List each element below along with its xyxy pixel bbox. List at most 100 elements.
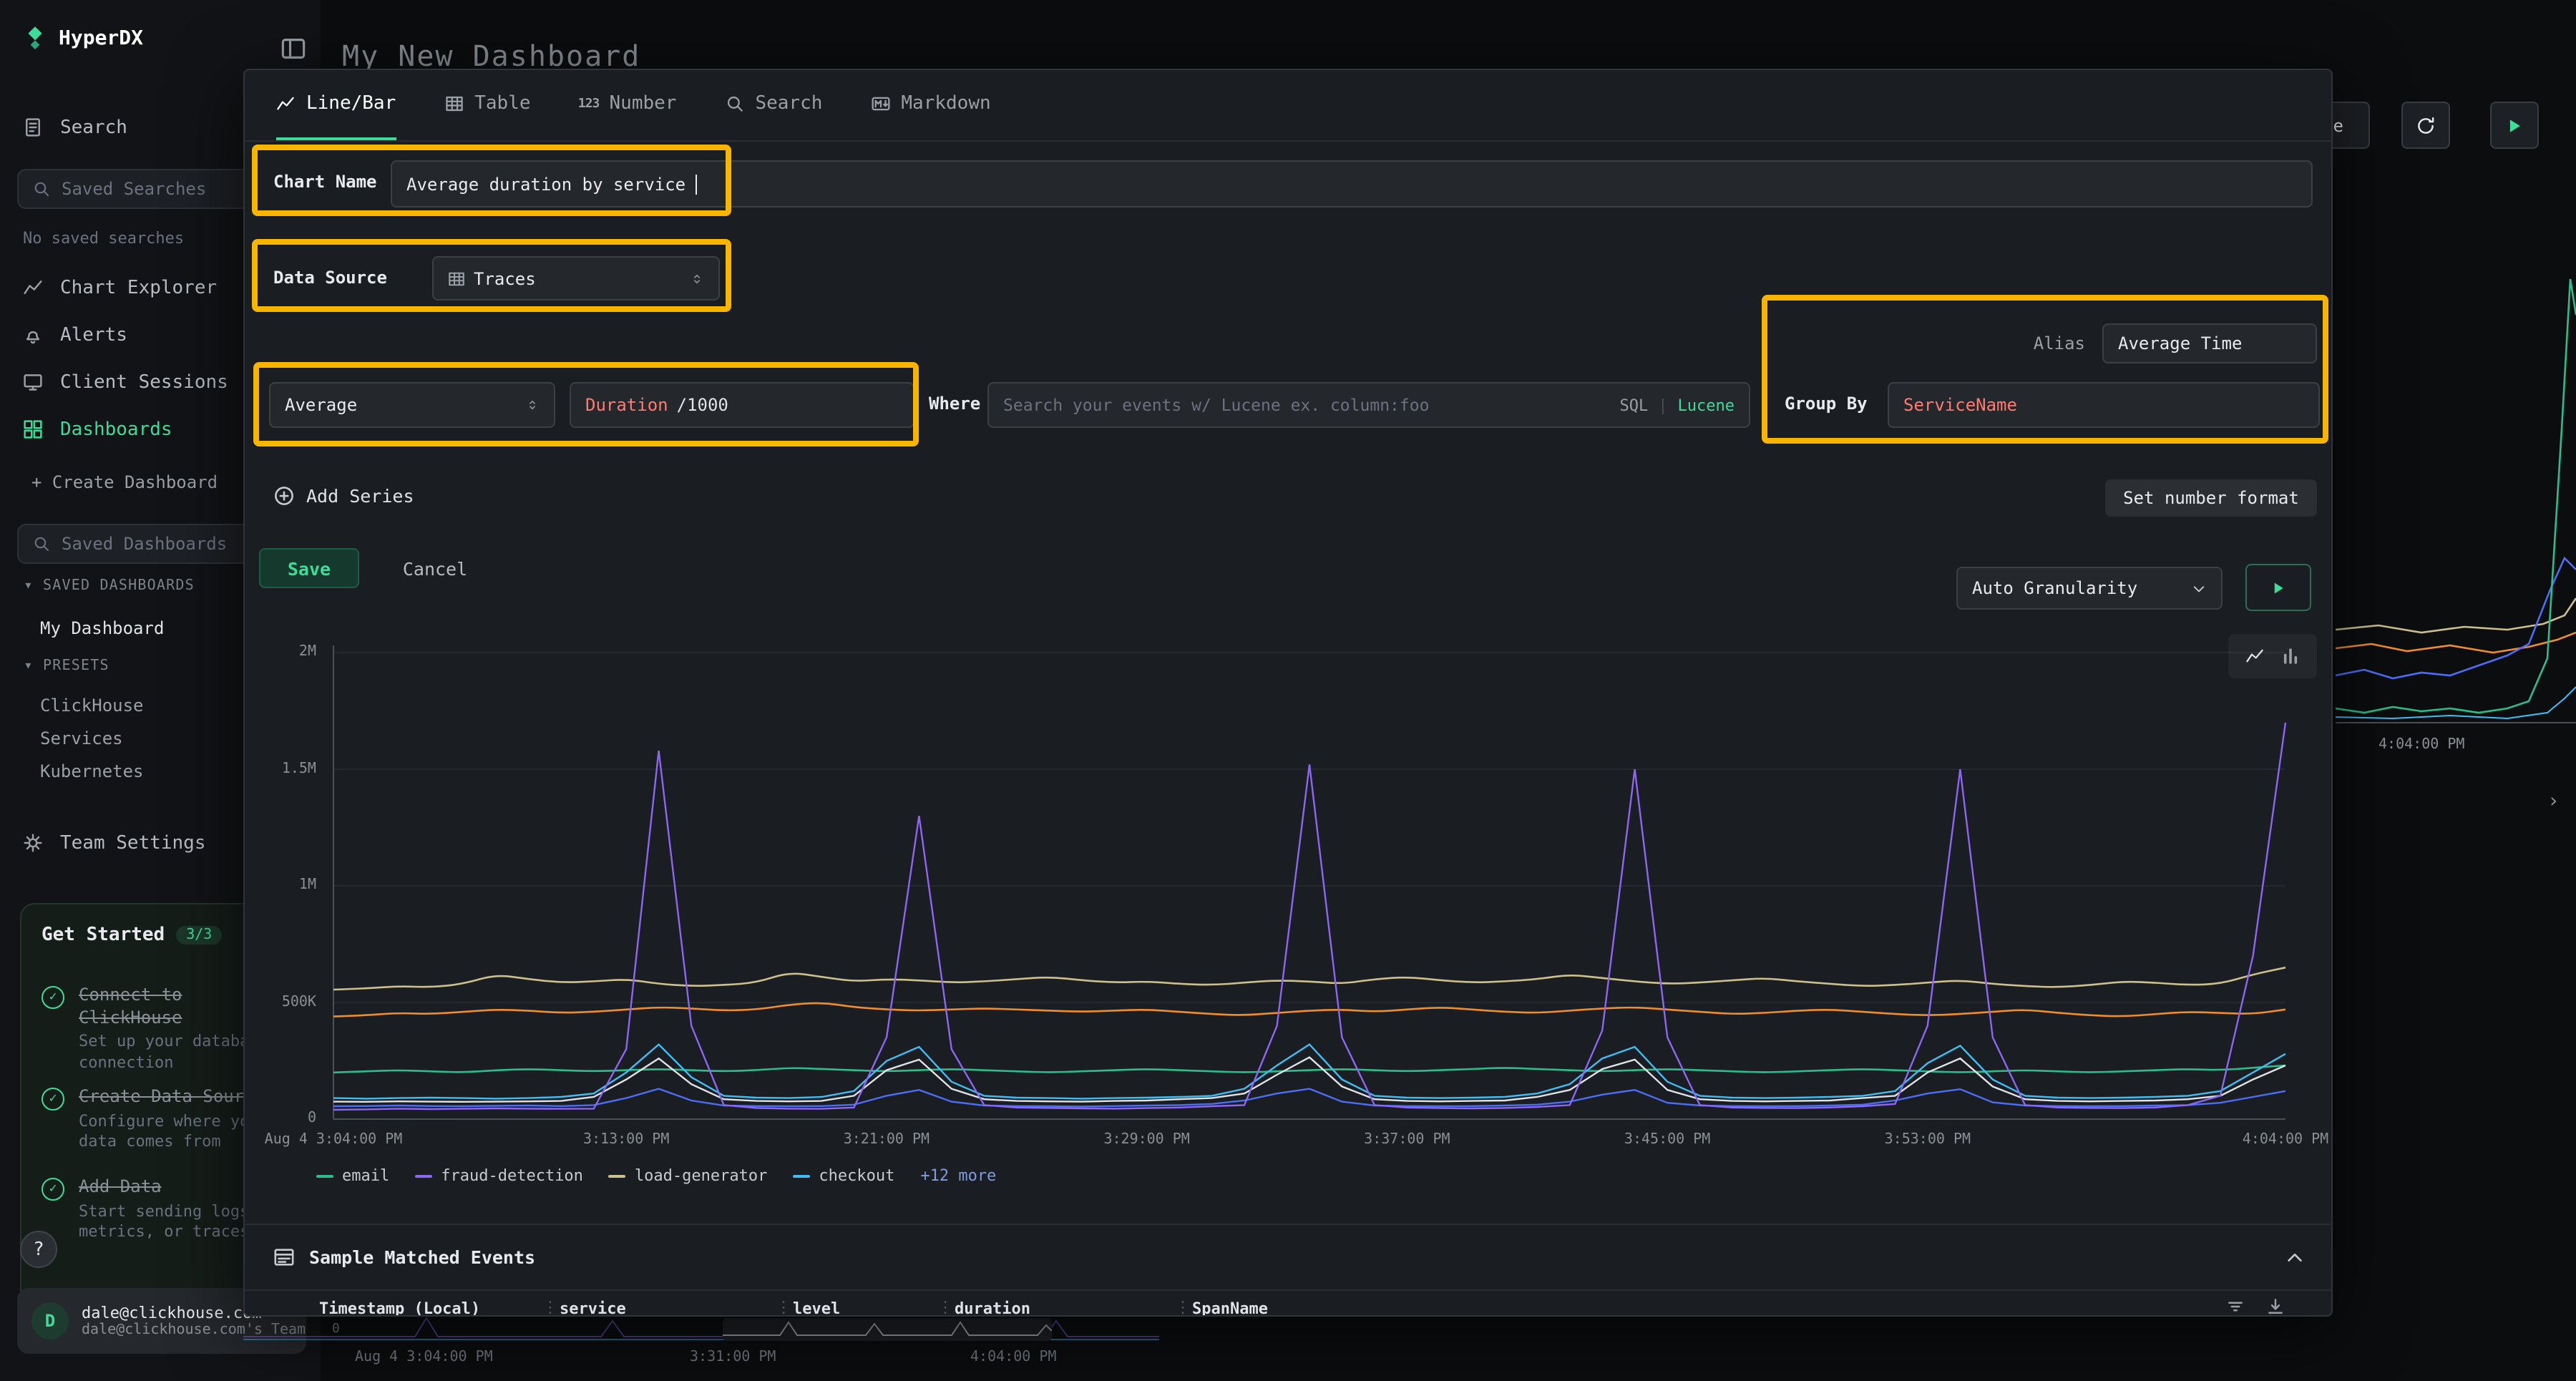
column-header-level[interactable]: level	[793, 1299, 840, 1317]
updown-chevrons-icon	[525, 396, 540, 414]
save-button[interactable]: Save	[259, 548, 359, 588]
chart-name-value: Average duration by service	[406, 174, 686, 194]
cancel-button[interactable]: Cancel	[388, 548, 482, 588]
x-axis-tick-label: 3:53:00 PM	[1885, 1132, 1971, 1148]
aggregation-select[interactable]: Average	[269, 382, 555, 428]
main-chart[interactable]	[331, 638, 2288, 1128]
legend-item-email[interactable]: email	[316, 1166, 389, 1185]
background-x-axis-label: 3:31:00 PM	[690, 1350, 776, 1365]
background-x-axis-label: Aug 4 3:04:00 PM	[355, 1350, 493, 1365]
data-source-value: Traces	[474, 268, 536, 288]
y-axis-labels: 0500K1M1.5M2M	[245, 638, 322, 1128]
text-cursor	[696, 174, 697, 194]
background-mini-preview[interactable]	[723, 1318, 1052, 1341]
column-options-icon[interactable]	[2225, 1297, 2245, 1317]
sidebar-item-alerts[interactable]: Alerts	[23, 316, 127, 353]
data-source-select[interactable]: Traces	[432, 256, 720, 301]
background-chart-right-svg	[2336, 215, 2576, 730]
tab-label: Table	[474, 93, 530, 114]
sql-toggle-button[interactable]: SQL	[1620, 396, 1649, 414]
scroll-right-icon[interactable]: ›	[2547, 790, 2560, 813]
tab-search[interactable]: Search	[725, 70, 822, 140]
column-separator: ⋮	[1175, 1298, 1191, 1317]
tab-table[interactable]: Table	[444, 70, 530, 140]
tab-label: Search	[755, 93, 822, 114]
sample-matched-events-header[interactable]: Sample Matched Events	[245, 1224, 2333, 1289]
background-chart-bottom: 0 Aug 4 3:04:00 PM 3:31:00 PM 4:04:00 PM	[243, 1314, 1159, 1381]
linechart-icon	[276, 94, 295, 113]
tab-markdown[interactable]: Markdown	[871, 70, 990, 140]
legend-more-link[interactable]: +12 more	[920, 1166, 996, 1185]
sidebar-item-label: Search	[60, 117, 127, 138]
sidebar-item-client-sessions[interactable]: Client Sessions	[23, 363, 228, 401]
sidebar-item-label: Team Settings	[60, 832, 206, 854]
tab-label: Number	[610, 93, 677, 114]
where-search-placeholder: Search your events w/ Lucene ex. column:…	[1003, 395, 1429, 415]
tab-number[interactable]: 123Number	[580, 70, 677, 140]
data-source-label: Data Source	[273, 268, 387, 288]
check-icon: ✓	[42, 1088, 64, 1111]
sidebar-collapse-icon[interactable]	[280, 36, 306, 62]
sidebar-item-dashboards[interactable]: Dashboards	[23, 411, 172, 448]
section-saved-dashboards[interactable]: ▾ SAVED DASHBOARDS	[23, 578, 195, 594]
sidebar-item-clickhouse[interactable]: ClickHouse	[40, 690, 144, 721]
chevron-up-icon[interactable]	[2284, 1246, 2306, 1268]
avatar: D	[31, 1302, 69, 1339]
run-chart-button[interactable]	[2245, 564, 2311, 611]
field-input[interactable]: Duration/1000	[570, 382, 914, 428]
x-axis-tick-label: 3:13:00 PM	[583, 1132, 669, 1148]
y-axis-tick-label: 1.5M	[282, 761, 316, 776]
legend-item-checkout[interactable]: checkout	[793, 1166, 894, 1185]
group-by-input[interactable]: ServiceName	[1888, 382, 2320, 428]
column-header-duration[interactable]: duration	[955, 1299, 1030, 1317]
page-title[interactable]: My New Dashboard	[342, 39, 640, 73]
x-axis-tick-label: Aug 4 3:04:00 PM	[265, 1132, 403, 1148]
run-button[interactable]	[2490, 102, 2539, 149]
alias-input[interactable]: Average Time	[2102, 323, 2317, 363]
legend-dash	[609, 1174, 626, 1177]
chevron-down-icon: ▾	[23, 580, 34, 592]
download-icon[interactable]	[2265, 1297, 2285, 1317]
where-search-input[interactable]: Search your events w/ Lucene ex. column:…	[987, 382, 1750, 428]
set-number-format-button[interactable]: Set number format	[2105, 479, 2317, 517]
sidebar-item-search[interactable]: Search	[23, 109, 127, 146]
x-axis-tick-label: 3:29:00 PM	[1103, 1132, 1189, 1148]
sidebar-item-team-settings[interactable]: Team Settings	[23, 824, 206, 862]
markdown-icon	[871, 94, 889, 113]
legend-item-fraud-detection[interactable]: fraud-detection	[415, 1166, 583, 1185]
saved-searches-placeholder: Saved Searches	[62, 179, 206, 199]
background-x-axis-label: 4:04:00 PM	[970, 1350, 1056, 1365]
where-label: Where	[929, 394, 980, 414]
column-header-timestamp-local-[interactable]: Timestamp (Local)	[319, 1299, 480, 1317]
refresh-button[interactable]	[2401, 102, 2450, 149]
section-label: PRESETS	[43, 658, 109, 674]
legend-label: email	[342, 1166, 389, 1185]
chart-name-input[interactable]: Average duration by service	[391, 160, 2313, 208]
create-dashboard-button[interactable]: + Create Dashboard	[31, 467, 218, 498]
lucene-toggle-button[interactable]: Lucene	[1678, 396, 1735, 414]
sidebar-item-services[interactable]: Services	[40, 723, 123, 754]
add-series-button[interactable]: Add Series	[273, 485, 414, 507]
granularity-select[interactable]: Auto Granularity	[1956, 567, 2223, 610]
x-axis-labels: Aug 4 3:04:00 PM3:13:00 PM3:21:00 PM3:29…	[331, 1132, 2288, 1152]
help-button[interactable]: ?	[20, 1231, 57, 1268]
group-by-value: ServiceName	[1903, 395, 2017, 415]
sidebar-item-kubernetes[interactable]: Kubernetes	[40, 756, 144, 787]
no-saved-searches-note: No saved searches	[23, 229, 184, 248]
column-separator: ⋮	[542, 1298, 558, 1317]
sidebar-item-my-dashboard[interactable]: My Dashboard	[40, 613, 164, 644]
tab-label: Line/Bar	[306, 93, 396, 114]
tab-line-bar[interactable]: Line/Bar	[276, 70, 396, 140]
column-separator: ⋮	[937, 1298, 953, 1317]
brand[interactable]: HyperDX	[23, 26, 143, 50]
x-axis-tick-label: 3:37:00 PM	[1364, 1132, 1450, 1148]
sidebar-item-chart-explorer[interactable]: Chart Explorer	[23, 269, 217, 306]
background-chart-right: 4:04:00 PM	[2336, 215, 2576, 787]
section-presets[interactable]: ▾ PRESETS	[23, 658, 109, 674]
column-header-spanname[interactable]: SpanName	[1192, 1299, 1268, 1317]
monitor-icon	[23, 372, 43, 392]
legend-item-load-generator[interactable]: load-generator	[609, 1166, 767, 1185]
column-header-service[interactable]: service	[560, 1299, 626, 1317]
saved-dashboards-placeholder: Saved Dashboards	[62, 534, 227, 554]
chart-legend: email fraud-detection load-generator checko…	[316, 1166, 996, 1185]
